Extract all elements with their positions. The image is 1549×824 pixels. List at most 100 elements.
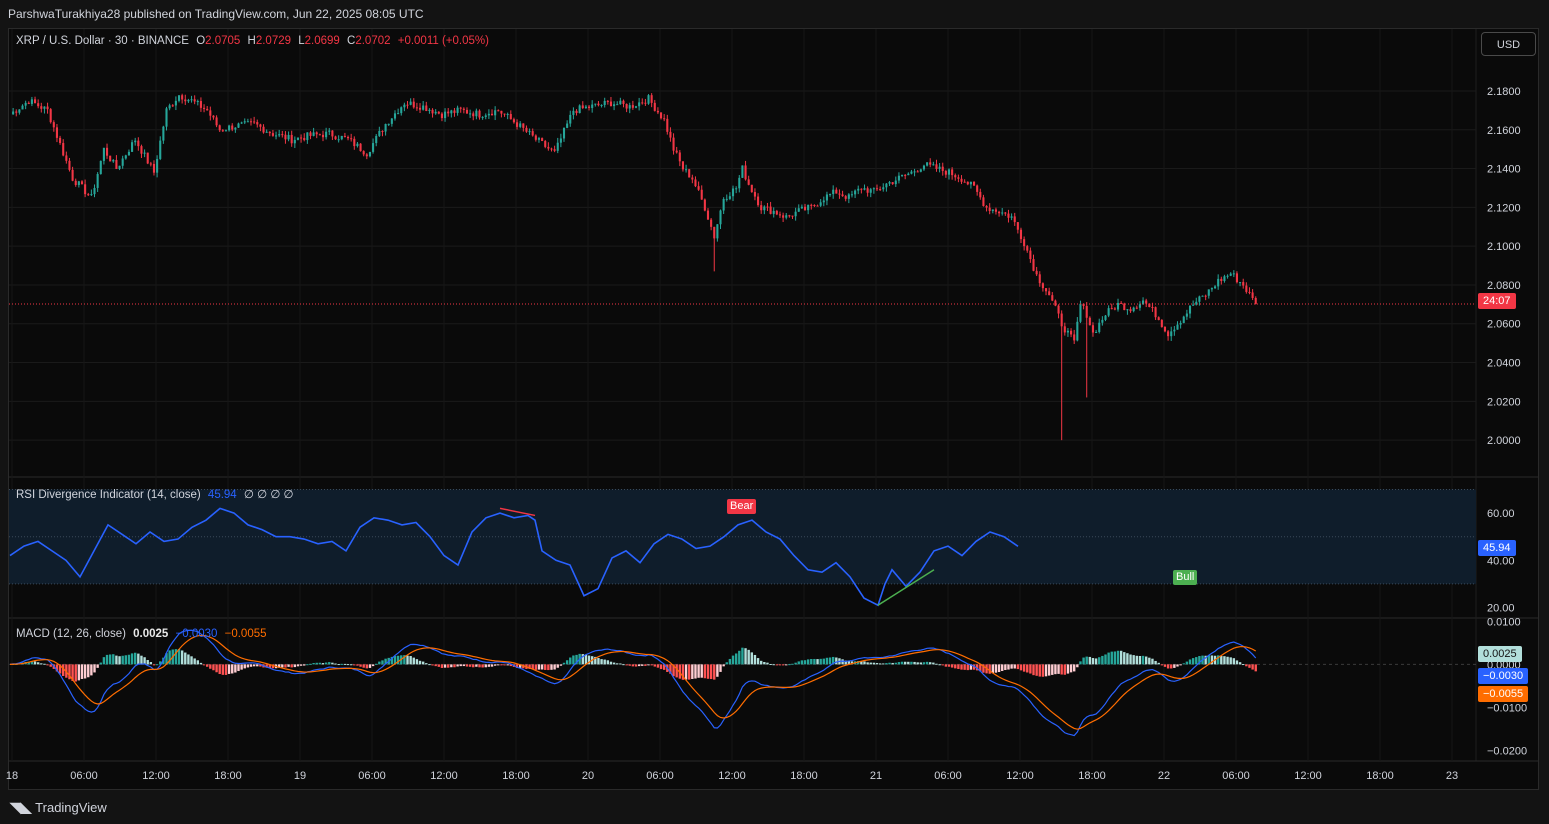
candle-body — [866, 188, 869, 193]
candle-body — [882, 187, 885, 190]
macd-signal-label: −0.0055 — [1478, 686, 1529, 702]
time-tick-label: 20 — [582, 770, 594, 782]
candle-body — [137, 140, 140, 147]
candle-body — [271, 133, 274, 136]
macd-histogram-bar — [572, 655, 575, 665]
candle-body — [425, 105, 428, 111]
high-label: H — [247, 35, 256, 47]
candle-body — [306, 132, 309, 141]
candle-body — [1248, 291, 1251, 293]
time-tick-label: 23 — [1446, 770, 1458, 782]
candle-body — [907, 173, 910, 176]
macd-histogram-bar — [891, 662, 894, 665]
macd-histogram-bar — [1138, 655, 1142, 665]
macd-histogram-bar — [1069, 664, 1073, 673]
candle-body — [769, 206, 772, 214]
macd-histogram-bar — [1179, 664, 1182, 666]
candle-body — [578, 105, 581, 114]
candle-body — [775, 210, 778, 215]
macd-histogram-bar — [888, 662, 891, 665]
candle-body — [1223, 276, 1226, 282]
macd-histogram-bar — [913, 661, 916, 665]
macd-histogram-bar — [431, 664, 434, 666]
candle-body — [857, 188, 860, 191]
chart-canvas[interactable]: 2.1800 2.1600 2.1400 2.1200 2.1000 2.0800 2.06… — [0, 0, 1549, 824]
macd-histogram-bar — [641, 664, 644, 666]
low-value: 2.0699 — [304, 35, 340, 47]
time-tick-label: 22 — [1158, 770, 1170, 782]
candle-body — [1217, 278, 1220, 287]
macd-histogram-bar — [1082, 657, 1085, 665]
candle-body — [650, 95, 653, 103]
macd-hist-label: 0.0025 — [1478, 646, 1522, 662]
candle-body — [800, 206, 803, 209]
bull-divergence-tag: Bull — [1173, 570, 1198, 585]
price-tick-label: 2.0200 — [1487, 396, 1521, 408]
macd-histogram-bar — [1101, 655, 1104, 665]
macd-histogram-bar — [184, 652, 187, 665]
macd-histogram-bar — [234, 664, 237, 673]
candle-body — [506, 114, 509, 116]
time-tick-label: 18:00 — [1366, 770, 1394, 782]
macd-histogram-bar — [606, 660, 610, 665]
macd-histogram-bar — [1251, 664, 1254, 670]
macd-histogram-bar — [440, 664, 444, 668]
candle-body — [253, 121, 256, 123]
candle-body — [813, 205, 816, 207]
macd-histogram-bar — [205, 664, 209, 667]
macd-histogram-bar — [540, 664, 544, 670]
candle-body — [1229, 273, 1232, 276]
macd-histogram-bar — [127, 654, 131, 665]
macd-histogram-bar — [193, 658, 196, 665]
macd-histogram-bar — [321, 663, 325, 665]
candle-body — [84, 184, 87, 195]
candle-body — [553, 149, 556, 151]
candle-body — [991, 209, 994, 211]
candle-body — [43, 106, 46, 109]
candle-body — [328, 130, 331, 132]
macd-histogram-bar — [756, 658, 760, 665]
candle-body — [365, 154, 368, 157]
macd-histogram-bar — [822, 658, 825, 665]
macd-histogram-bar — [1191, 658, 1195, 665]
macd-histogram-bar — [87, 664, 90, 678]
candle-body — [1076, 321, 1079, 341]
candle-body — [631, 105, 634, 108]
candle-body — [832, 189, 835, 195]
candle-body — [829, 194, 832, 196]
candle-body — [998, 211, 1001, 214]
macd-histogram-bar — [1223, 656, 1226, 665]
candle-body — [954, 175, 957, 178]
macd-histogram-bar — [415, 659, 419, 665]
rsi-tick-label: 60.00 — [1487, 508, 1515, 520]
macd-histogram-bar — [569, 657, 572, 665]
candle-body — [428, 109, 431, 111]
candle-body — [37, 103, 40, 107]
candle-body — [891, 182, 894, 185]
macd-histogram-bar — [553, 664, 556, 670]
candle-body — [356, 143, 359, 147]
candle-body — [519, 123, 522, 127]
macd-histogram-bar — [459, 664, 462, 667]
macd-histogram-bar — [900, 661, 904, 665]
macd-histogram-bar — [562, 662, 566, 665]
macd-histogram-bar — [544, 664, 547, 670]
currency-button[interactable]: USD — [1481, 32, 1536, 56]
candle-body — [932, 164, 935, 166]
macd-line — [9, 629, 1257, 737]
candle-body — [1207, 289, 1210, 296]
macd-histogram-bar — [299, 664, 303, 666]
macd-histogram-bar — [656, 664, 660, 668]
macd-histogram-bar — [703, 664, 707, 679]
macd-histogram-bar — [644, 664, 647, 666]
candle-body — [1167, 331, 1170, 337]
candle-body — [694, 179, 697, 187]
macd-histogram-bar — [246, 664, 250, 668]
candle-body — [440, 113, 443, 119]
macd-histogram-bar — [1063, 664, 1067, 675]
candle-body — [916, 171, 919, 173]
macd-histogram-bar — [368, 664, 372, 668]
candle-body — [362, 151, 365, 155]
candle-body — [171, 105, 174, 107]
candle-body — [21, 105, 24, 110]
